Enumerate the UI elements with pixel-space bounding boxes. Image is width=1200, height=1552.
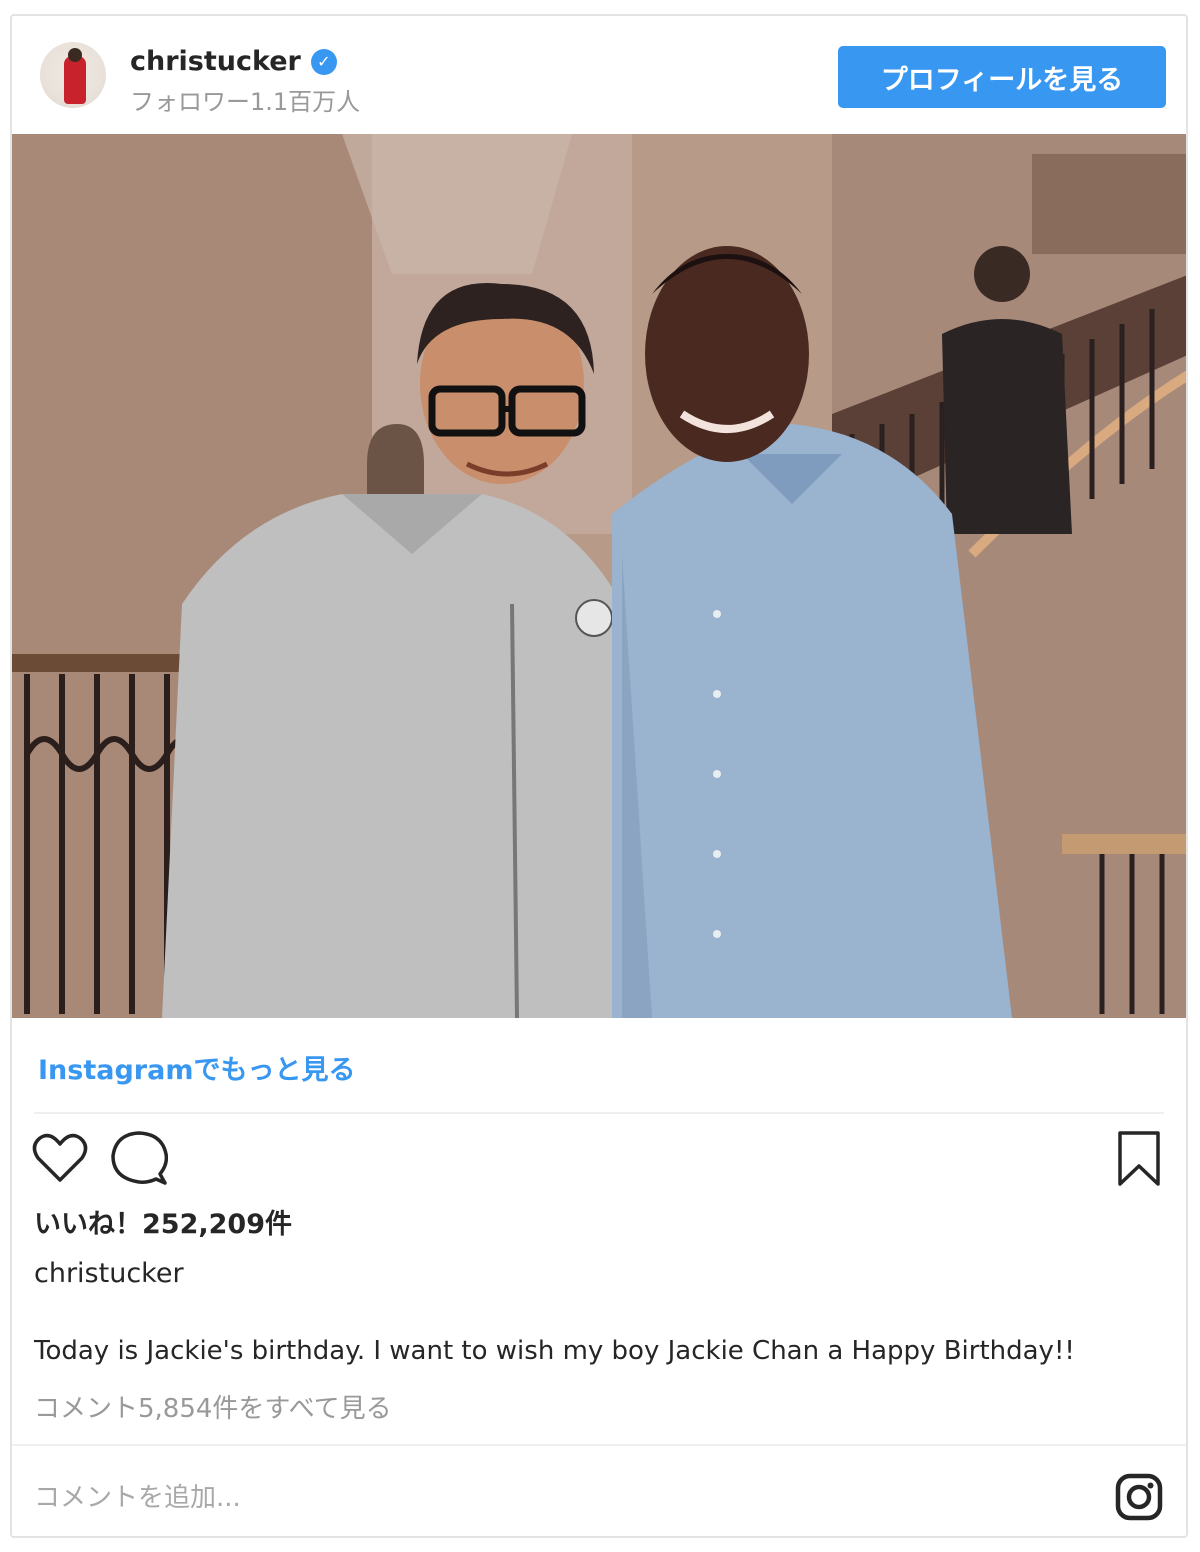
verified-badge-icon: ✓ bbox=[310, 48, 337, 75]
follower-count: フォロワー1.1百万人 bbox=[130, 88, 361, 116]
avatar-head bbox=[68, 48, 82, 62]
username[interactable]: christucker bbox=[130, 46, 301, 77]
heart-icon[interactable] bbox=[32, 1132, 88, 1184]
more-on-instagram-link[interactable]: Instagramでもっと見る bbox=[38, 1048, 355, 1087]
username-row: christucker ✓ bbox=[130, 46, 337, 77]
post-header: christucker ✓ フォロワー1.1百万人 プロフィールを見る bbox=[12, 16, 1186, 134]
caption-username[interactable]: christucker bbox=[34, 1258, 184, 1289]
comment-bubble-icon[interactable] bbox=[110, 1130, 168, 1186]
caption-text: Today is Jackie's birthday. I want to wi… bbox=[34, 1336, 1075, 1366]
photo-illustration bbox=[12, 134, 1186, 1018]
view-all-comments-link[interactable]: コメント5,854件をすべて見る bbox=[34, 1388, 392, 1425]
avatar-figure bbox=[64, 56, 86, 104]
post-photo[interactable] bbox=[12, 134, 1186, 1018]
add-comment-input[interactable] bbox=[34, 1474, 1094, 1522]
like-count[interactable]: いいね！252,209件 bbox=[34, 1202, 292, 1241]
bookmark-icon[interactable] bbox=[1116, 1130, 1162, 1188]
divider bbox=[34, 1112, 1164, 1114]
instagram-logo-icon[interactable] bbox=[1114, 1472, 1164, 1522]
avatar[interactable] bbox=[40, 42, 106, 108]
view-profile-button[interactable]: プロフィールを見る bbox=[838, 46, 1166, 108]
divider bbox=[12, 1444, 1186, 1446]
instagram-embed-card: christucker ✓ フォロワー1.1百万人 プロフィールを見る Inst… bbox=[10, 14, 1188, 1538]
